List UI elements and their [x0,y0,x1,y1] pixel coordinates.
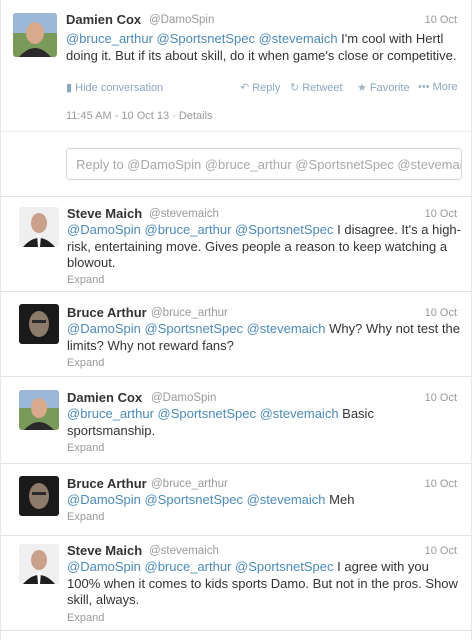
avatar-steve-maich[interactable] [19,207,59,247]
avatar-image [13,13,57,57]
reply-arrow-icon: ↶ [240,82,250,94]
retweet-icon: ↻ [290,82,300,94]
expand-link[interactable]: Expand [67,357,104,369]
avatar-image [19,390,59,430]
tweet-text: @bruce_arthur @SportsnetSpec @stevemaich… [67,406,462,439]
tweet-author-name[interactable]: Bruce Arthur [67,476,147,491]
ellipsis-icon: ••• [418,81,430,93]
tweet-author-handle[interactable]: @stevemaich [149,208,219,220]
tweet-author-handle[interactable]: @bruce_arthur [151,307,228,319]
tweet-author-handle[interactable]: @stevemaich [149,545,219,557]
tweet-author-name[interactable]: Steve Maich [67,543,142,558]
avatar-bruce-arthur[interactable] [19,304,59,344]
tweet-text: @DamoSpin @SportsnetSpec @stevemaich Why… [67,321,462,354]
divider [1,131,471,132]
tweet-text: @DamoSpin @bruce_arthur @SportsnetSpec I… [67,559,462,609]
reply-button[interactable]: ↶ Reply [240,81,280,94]
tweet-mentions[interactable]: @bruce_arthur @SportsnetSpec @stevemaich [67,406,339,421]
tweet-date[interactable]: 10 Oct [425,208,457,220]
tweet-text: @DamoSpin @SportsnetSpec @stevemaich Meh [67,492,462,509]
tweet-mentions[interactable]: @DamoSpin @SportsnetSpec @stevemaich [67,492,326,507]
tweet-mentions[interactable]: @DamoSpin @bruce_arthur @SportsnetSpec [67,222,334,237]
hide-conversation-label: Hide conversation [75,82,164,94]
avatar-image [19,476,59,516]
reply-tweet[interactable]: Steve Maich @stevemaich 10 Oct @DamoSpin… [1,197,471,292]
retweet-button[interactable]: ↻ Retweet [290,81,343,94]
tweet-author-handle[interactable]: @DamoSpin [151,392,216,404]
tweet-author-name[interactable]: Steve Maich [67,206,142,221]
tweet-author-name[interactable]: Damien Cox [67,390,142,405]
tweet-mentions[interactable]: @DamoSpin @SportsnetSpec @stevemaich [67,321,326,336]
expanded-tweet: Damien Cox @DamoSpin 10 Oct @bruce_arthu… [1,0,471,197]
tweet-author-handle[interactable]: @bruce_arthur [151,478,228,490]
tweet-date[interactable]: 10 Oct [425,14,457,26]
expand-link[interactable]: Expand [67,612,104,624]
chat-bubble-icon: ▮ [66,82,73,94]
reply-tweet[interactable]: Bruce Arthur @bruce_arthur 10 Oct @DamoS… [1,464,471,536]
favorite-label: Favorite [369,82,410,94]
reply-tweet[interactable]: Bruce Arthur @bruce_arthur 10 Oct @DamoS… [1,292,471,377]
tweet-author-handle[interactable]: @DamoSpin [149,14,214,26]
conversation-panel: Damien Cox @DamoSpin 10 Oct @bruce_arthu… [0,0,472,640]
avatar-damien-cox[interactable] [13,13,57,57]
reply-input[interactable]: Reply to @DamoSpin @bruce_arthur @Sports… [66,148,462,180]
details-link[interactable]: · Details [172,110,212,122]
retweet-label: Retweet [302,82,343,94]
reply-tweet[interactable]: Steve Maich @stevemaich 10 Oct @DamoSpin… [1,536,471,631]
tweet-date[interactable]: 10 Oct [425,545,457,557]
reply-label: Reply [252,82,281,94]
tweet-author-name[interactable]: Bruce Arthur [67,305,147,320]
tweet-actions: ▮ Hide conversation ↶ Reply ↻ Retweet ★ Fav… [66,81,461,95]
expand-link[interactable]: Expand [67,442,104,454]
avatar-bruce-arthur[interactable] [19,476,59,516]
avatar-damien-cox[interactable] [19,390,59,430]
tweet-mentions[interactable]: @DamoSpin @bruce_arthur @SportsnetSpec [67,559,334,574]
tweet-text: @DamoSpin @bruce_arthur @SportsnetSpec I… [67,222,462,272]
tweet-author-name[interactable]: Damien Cox [66,12,141,27]
avatar-image [19,304,59,344]
expand-link[interactable]: Expand [67,511,104,523]
avatar-image [19,544,59,584]
tweet-date[interactable]: 10 Oct [425,478,457,490]
hide-conversation-link[interactable]: ▮ Hide conversation [66,81,163,94]
reply-tweet[interactable]: Damien Cox @DamoSpin 10 Oct @bruce_arthu… [1,377,471,464]
expand-link[interactable]: Expand [67,274,104,286]
more-label: More [432,81,458,93]
more-button[interactable]: ••• More [418,81,458,93]
tweet-date[interactable]: 10 Oct [425,307,457,319]
avatar-image [19,207,59,247]
favorite-button[interactable]: ★ Favorite [357,81,410,94]
star-icon: ★ [357,82,367,94]
timestamp-text[interactable]: 11:45 AM - 10 Oct 13 [66,110,169,122]
tweet-timestamp: 11:45 AM - 10 Oct 13 · Details [66,110,213,122]
avatar-steve-maich[interactable] [19,544,59,584]
tweet-mentions[interactable]: @bruce_arthur @SportsnetSpec @stevemaich [66,31,338,46]
tweet-date[interactable]: 10 Oct [425,392,457,404]
tweet-text: @bruce_arthur @SportsnetSpec @stevemaich… [66,31,461,64]
tweet-body: Meh [325,492,355,507]
